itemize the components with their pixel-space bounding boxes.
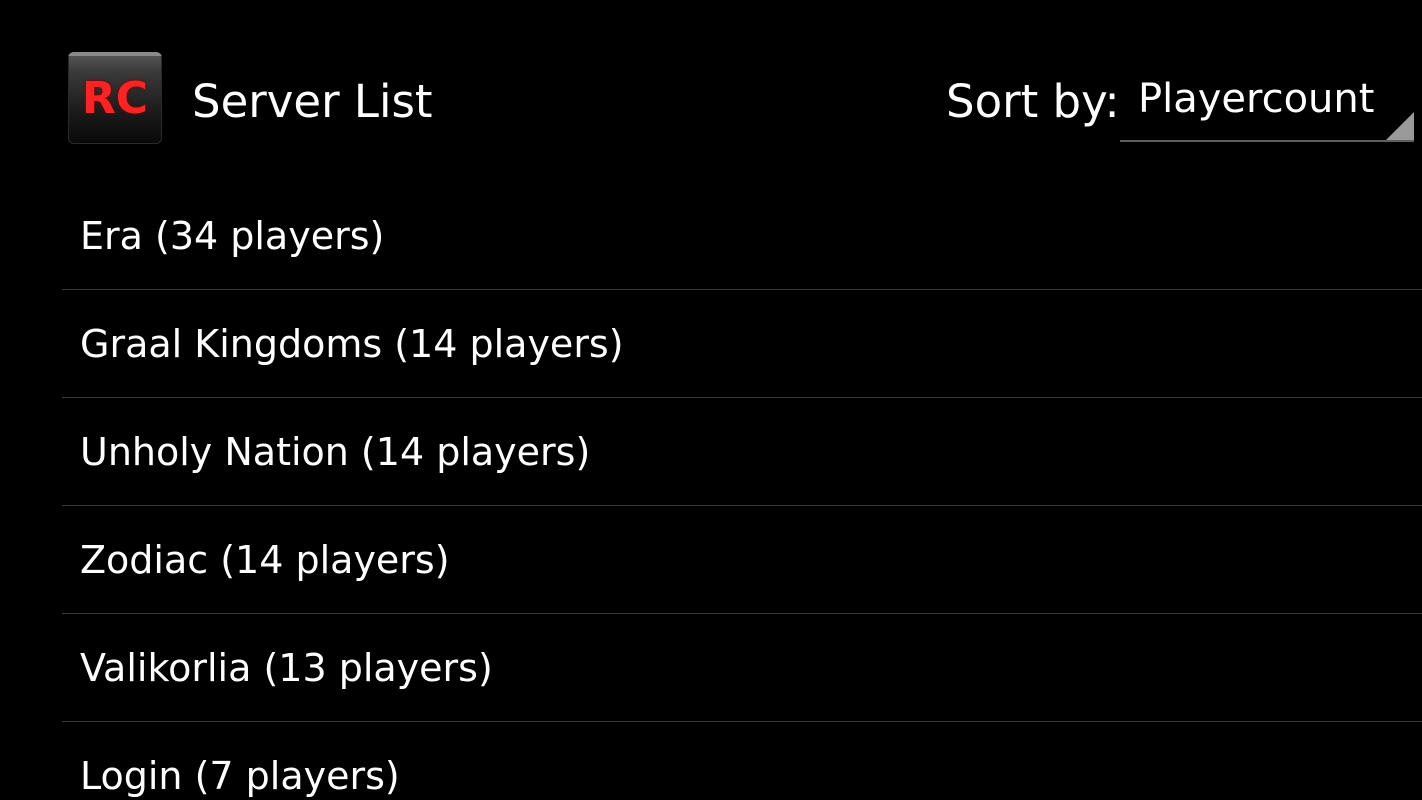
- sort-by-label: Sort by:: [946, 75, 1120, 128]
- server-item-label: Valikorlia (13 players): [80, 646, 493, 690]
- server-item-label: Graal Kingdoms (14 players): [80, 322, 624, 366]
- app-icon-highlight: [68, 52, 162, 56]
- server-item-label: Zodiac (14 players): [80, 538, 450, 582]
- server-list: Era (34 players) Graal Kingdoms (14 play…: [62, 182, 1422, 800]
- dropdown-corner-icon: [1386, 112, 1414, 140]
- page-title: Server List: [192, 75, 433, 128]
- rc-app-icon[interactable]: RC: [68, 52, 162, 144]
- server-list-item[interactable]: Era (34 players): [62, 182, 1422, 290]
- server-list-item[interactable]: Valikorlia (13 players): [62, 614, 1422, 722]
- sort-dropdown[interactable]: Playercount: [1120, 64, 1414, 142]
- app-icon-text: RC: [81, 73, 149, 124]
- server-list-screen: RC Server List Sort by: Playercount Era …: [0, 0, 1422, 800]
- server-item-label: Login (7 players): [80, 754, 400, 798]
- server-item-label: Era (34 players): [80, 214, 385, 258]
- server-list-item[interactable]: Unholy Nation (14 players): [62, 398, 1422, 506]
- server-list-item[interactable]: Graal Kingdoms (14 players): [62, 290, 1422, 398]
- server-list-item[interactable]: Login (7 players): [62, 722, 1422, 800]
- server-list-item[interactable]: Zodiac (14 players): [62, 506, 1422, 614]
- sort-dropdown-value: Playercount: [1138, 76, 1375, 122]
- server-item-label: Unholy Nation (14 players): [80, 430, 591, 474]
- sort-dropdown-underline: [1120, 140, 1414, 142]
- action-bar: RC Server List Sort by: Playercount: [0, 0, 1422, 170]
